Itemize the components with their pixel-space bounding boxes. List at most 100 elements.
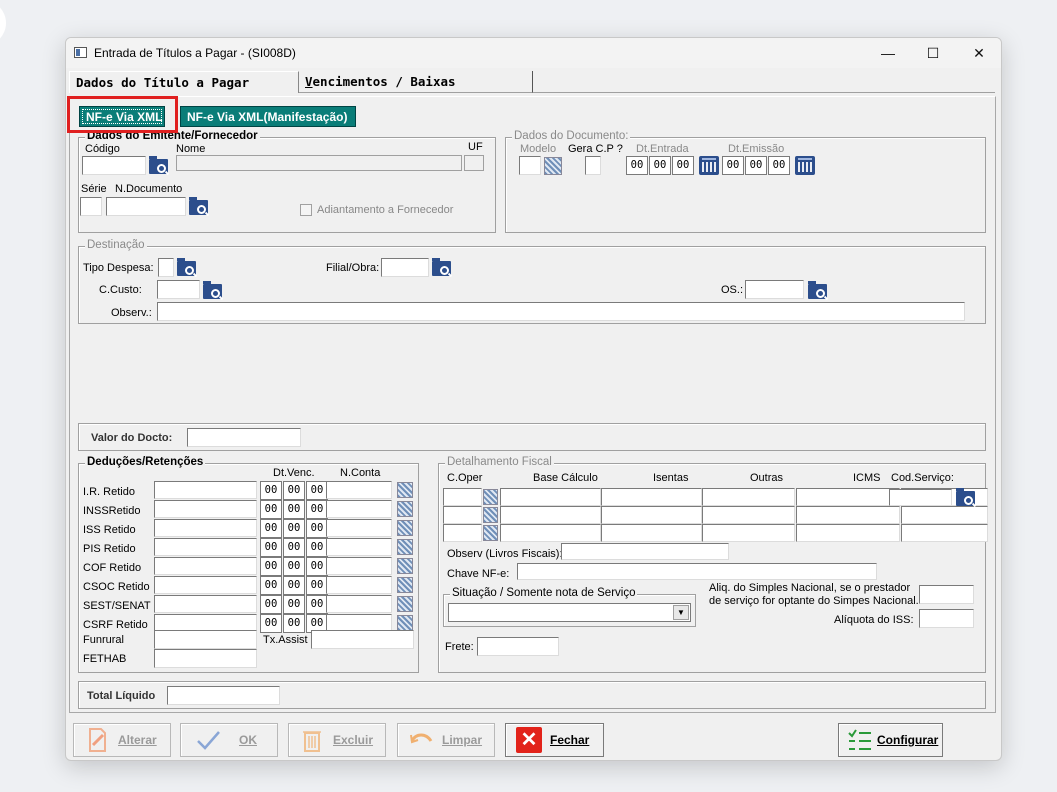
deducao-dt-venc-input[interactable]: 00 00 00 xyxy=(260,557,329,576)
deducao-dt-venc-input[interactable]: 00 00 00 xyxy=(260,595,329,614)
fiscal-value-input[interactable] xyxy=(901,524,988,542)
codigo-lookup-icon[interactable] xyxy=(148,156,170,176)
cod-servico-lookup-icon[interactable] xyxy=(955,488,977,508)
deducao-lookup-icon[interactable] xyxy=(397,615,413,631)
filial-obra-input[interactable] xyxy=(381,258,429,277)
fechar-button[interactable]: ✕ Fechar xyxy=(505,723,604,757)
edit-document-icon xyxy=(84,727,110,753)
alterar-button[interactable]: Alterar xyxy=(73,723,171,757)
tipo-despesa-input[interactable] xyxy=(158,258,174,277)
fiscal-value-input[interactable] xyxy=(601,488,702,506)
deducao-nconta-input[interactable] xyxy=(326,500,392,518)
cod-servico-input[interactable] xyxy=(889,489,952,506)
deducao-dt-venc-input[interactable]: 00 00 00 xyxy=(260,576,329,595)
funrural-input[interactable] xyxy=(154,630,257,649)
deducao-valor-input[interactable] xyxy=(154,481,257,499)
deducao-nconta-input[interactable] xyxy=(326,481,392,499)
situacao-select[interactable]: ▼ xyxy=(448,603,691,622)
aliq-simples-input[interactable] xyxy=(919,585,974,604)
fiscal-value-input[interactable] xyxy=(796,524,900,542)
excluir-button[interactable]: Excluir xyxy=(288,723,386,757)
deducao-valor-input[interactable] xyxy=(154,538,257,556)
deducao-lookup-icon[interactable] xyxy=(397,577,413,593)
coper-input[interactable] xyxy=(443,506,482,524)
coper-input[interactable] xyxy=(443,488,482,506)
base-calculo-input[interactable] xyxy=(500,524,601,542)
deducao-dt-venc-input[interactable]: 00 00 00 xyxy=(260,538,329,557)
fiscal-value-input[interactable] xyxy=(796,488,900,506)
deducao-lookup-icon[interactable] xyxy=(397,539,413,555)
coper-input[interactable] xyxy=(443,524,482,542)
frete-input[interactable] xyxy=(477,637,559,656)
nfe-via-xml-manifestacao-button[interactable]: NF-e Via XML(Manifestação) xyxy=(180,106,356,127)
dt-entrada-calendar-icon[interactable] xyxy=(699,156,719,175)
valor-docto-input[interactable] xyxy=(187,428,301,447)
deducao-valor-input[interactable] xyxy=(154,595,257,613)
deducao-lookup-icon[interactable] xyxy=(397,501,413,517)
deducao-valor-input[interactable] xyxy=(154,576,257,594)
dt-emissao-calendar-icon[interactable] xyxy=(795,156,815,175)
fiscal-value-input[interactable] xyxy=(702,524,795,542)
fiscal-value-input[interactable] xyxy=(796,506,900,524)
fiscal-value-input[interactable] xyxy=(601,524,702,542)
base-calculo-input[interactable] xyxy=(500,506,601,524)
modelo-lookup-icon[interactable] xyxy=(544,157,562,175)
deducao-nconta-input[interactable] xyxy=(326,519,392,537)
deducao-lookup-icon[interactable] xyxy=(397,482,413,498)
close-button[interactable]: ✕ xyxy=(957,42,1001,64)
fiscal-value-input[interactable] xyxy=(702,506,795,524)
fethab-input[interactable] xyxy=(154,649,257,668)
serie-input[interactable] xyxy=(80,197,102,216)
fiscal-value-input[interactable] xyxy=(601,506,702,524)
observ-input[interactable] xyxy=(157,302,965,321)
deducao-lookup-icon[interactable] xyxy=(397,558,413,574)
coper-lookup-icon[interactable] xyxy=(483,525,498,541)
coper-lookup-icon[interactable] xyxy=(483,489,498,505)
base-calculo-input[interactable] xyxy=(500,488,601,506)
filial-obra-lookup-icon[interactable] xyxy=(431,258,453,278)
deducao-nconta-input[interactable] xyxy=(326,595,392,613)
coper-lookup-icon[interactable] xyxy=(483,507,498,523)
dt-entrada-input[interactable]: 00 00 00 xyxy=(626,156,695,175)
deducao-nconta-input[interactable] xyxy=(326,557,392,575)
tab-vencimentos[interactable]: Vencimentos / Baixas xyxy=(299,71,533,93)
uf-label: UF xyxy=(468,141,483,153)
chevron-down-icon[interactable]: ▼ xyxy=(673,605,689,620)
ccusto-input[interactable] xyxy=(157,280,200,299)
maximize-button[interactable]: ☐ xyxy=(911,42,955,64)
deducao-dt-venc-input[interactable]: 00 00 00 xyxy=(260,500,329,519)
deducao-valor-input[interactable] xyxy=(154,500,257,518)
ok-button[interactable]: OK xyxy=(180,723,278,757)
os-input[interactable] xyxy=(745,280,804,299)
tipo-despesa-lookup-icon[interactable] xyxy=(176,258,198,278)
codigo-input[interactable] xyxy=(82,156,146,175)
ccusto-lookup-icon[interactable] xyxy=(202,281,224,301)
deducao-label: CSRF Retido xyxy=(83,619,148,631)
gera-cp-input[interactable] xyxy=(585,156,601,175)
fiscal-value-input[interactable] xyxy=(702,488,795,506)
total-liquido-input[interactable] xyxy=(167,686,280,705)
limpar-button[interactable]: Limpar xyxy=(397,723,495,757)
ndoc-lookup-icon[interactable] xyxy=(188,197,210,217)
deducao-lookup-icon[interactable] xyxy=(397,520,413,536)
minimize-button[interactable]: — xyxy=(866,42,910,64)
deducao-nconta-input[interactable] xyxy=(326,538,392,556)
tab-dados-titulo[interactable]: Dados do Título a Pagar xyxy=(69,71,299,93)
ndoc-input[interactable] xyxy=(106,197,186,216)
dt-emissao-input[interactable]: 00 00 00 xyxy=(722,156,791,175)
observ-livros-input[interactable] xyxy=(561,543,729,560)
deducao-dt-venc-input[interactable]: 00 00 00 xyxy=(260,481,329,500)
aliquota-iss-input[interactable] xyxy=(919,609,974,628)
deducao-valor-input[interactable] xyxy=(154,557,257,575)
deducao-lookup-icon[interactable] xyxy=(397,596,413,612)
chave-nfe-input[interactable] xyxy=(517,563,877,580)
modelo-input[interactable] xyxy=(519,156,541,175)
configurar-button[interactable]: Configurar xyxy=(838,723,943,757)
deducao-nconta-input[interactable] xyxy=(326,576,392,594)
deducao-valor-input[interactable] xyxy=(154,519,257,537)
tx-assist-input[interactable] xyxy=(311,630,414,649)
fiscal-value-input[interactable] xyxy=(901,506,988,524)
deducao-dt-venc-input[interactable]: 00 00 00 xyxy=(260,519,329,538)
os-lookup-icon[interactable] xyxy=(807,281,829,301)
adiantamento-checkbox[interactable] xyxy=(300,204,312,216)
